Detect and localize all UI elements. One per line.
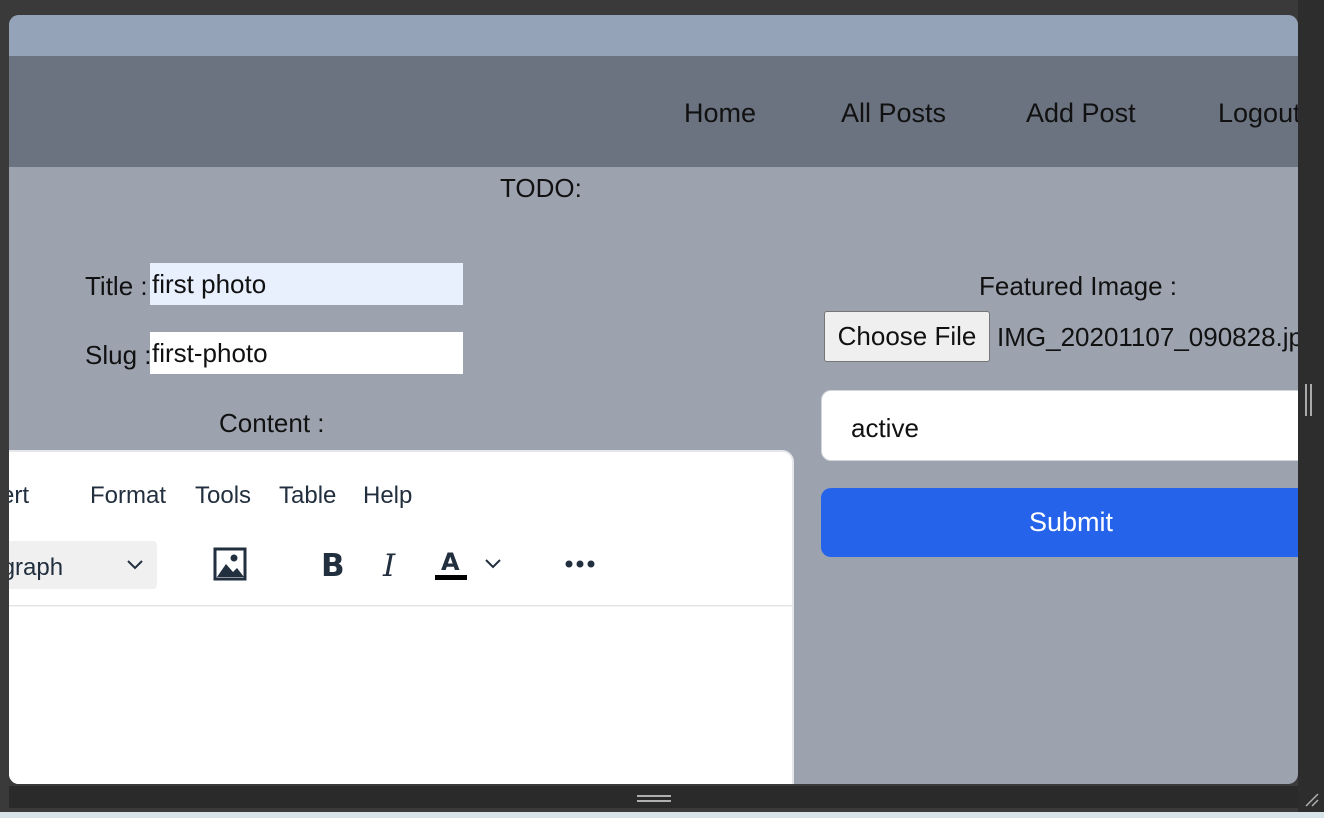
- chevron-down-icon[interactable]: [483, 556, 503, 572]
- todo-label: TODO:: [500, 173, 582, 203]
- title-label: Title :: [85, 271, 148, 301]
- chevron-down-icon: [127, 560, 143, 570]
- editor-content-area[interactable]: [9, 607, 792, 784]
- svg-text:B: B: [321, 548, 345, 580]
- page-viewport: Home All Posts Add Post Logout TODO: Tit…: [9, 15, 1298, 784]
- bold-icon[interactable]: B: [319, 548, 345, 580]
- resize-grip-icon[interactable]: [1302, 790, 1320, 808]
- drag-handle-icon[interactable]: [637, 795, 671, 802]
- svg-text:I: I: [382, 548, 396, 580]
- menu-format[interactable]: Format: [90, 482, 166, 510]
- italic-icon[interactable]: I: [381, 548, 403, 580]
- menu-insert[interactable]: Insert: [9, 482, 29, 510]
- nav-all-posts-link[interactable]: All Posts: [841, 98, 946, 129]
- nav-home-link[interactable]: Home: [684, 98, 756, 129]
- editor-toolbar: Paragraph B I A: [9, 532, 792, 606]
- bottom-edge: [0, 812, 1324, 818]
- nav-logout-link[interactable]: Logout: [1218, 98, 1298, 129]
- menu-table[interactable]: Table: [279, 482, 336, 510]
- status-select-value: active: [851, 413, 919, 443]
- text-color-icon[interactable]: A: [434, 546, 468, 580]
- top-strip: [9, 15, 1298, 56]
- navbar: Home All Posts Add Post Logout: [9, 56, 1298, 167]
- menu-tools[interactable]: Tools: [195, 482, 251, 510]
- slug-label: Slug :: [85, 340, 152, 370]
- selected-file-name: IMG_20201107_090828.jpg: [997, 322, 1298, 352]
- nav-add-post-link[interactable]: Add Post: [1026, 98, 1136, 129]
- submit-button[interactable]: Submit: [821, 488, 1298, 557]
- editor-menubar: Insert Format Tools Table Help: [9, 452, 792, 532]
- block-format-value: Paragraph: [9, 554, 64, 581]
- title-input[interactable]: [150, 263, 463, 305]
- rich-text-editor: Insert Format Tools Table Help Paragraph: [9, 450, 794, 784]
- content-label: Content :: [219, 408, 325, 438]
- choose-file-button[interactable]: Choose File: [824, 311, 990, 362]
- svg-text:A: A: [441, 548, 460, 576]
- browser-frame: Home All Posts Add Post Logout TODO: Tit…: [0, 0, 1324, 818]
- image-icon[interactable]: [213, 547, 247, 581]
- status-select[interactable]: active: [821, 390, 1298, 461]
- more-icon[interactable]: [564, 556, 596, 572]
- slug-input[interactable]: [150, 332, 463, 374]
- block-format-select[interactable]: Paragraph: [9, 541, 157, 589]
- splitter-handle[interactable]: [1305, 384, 1313, 416]
- featured-image-label: Featured Image :: [979, 271, 1177, 301]
- menu-help[interactable]: Help: [363, 482, 412, 510]
